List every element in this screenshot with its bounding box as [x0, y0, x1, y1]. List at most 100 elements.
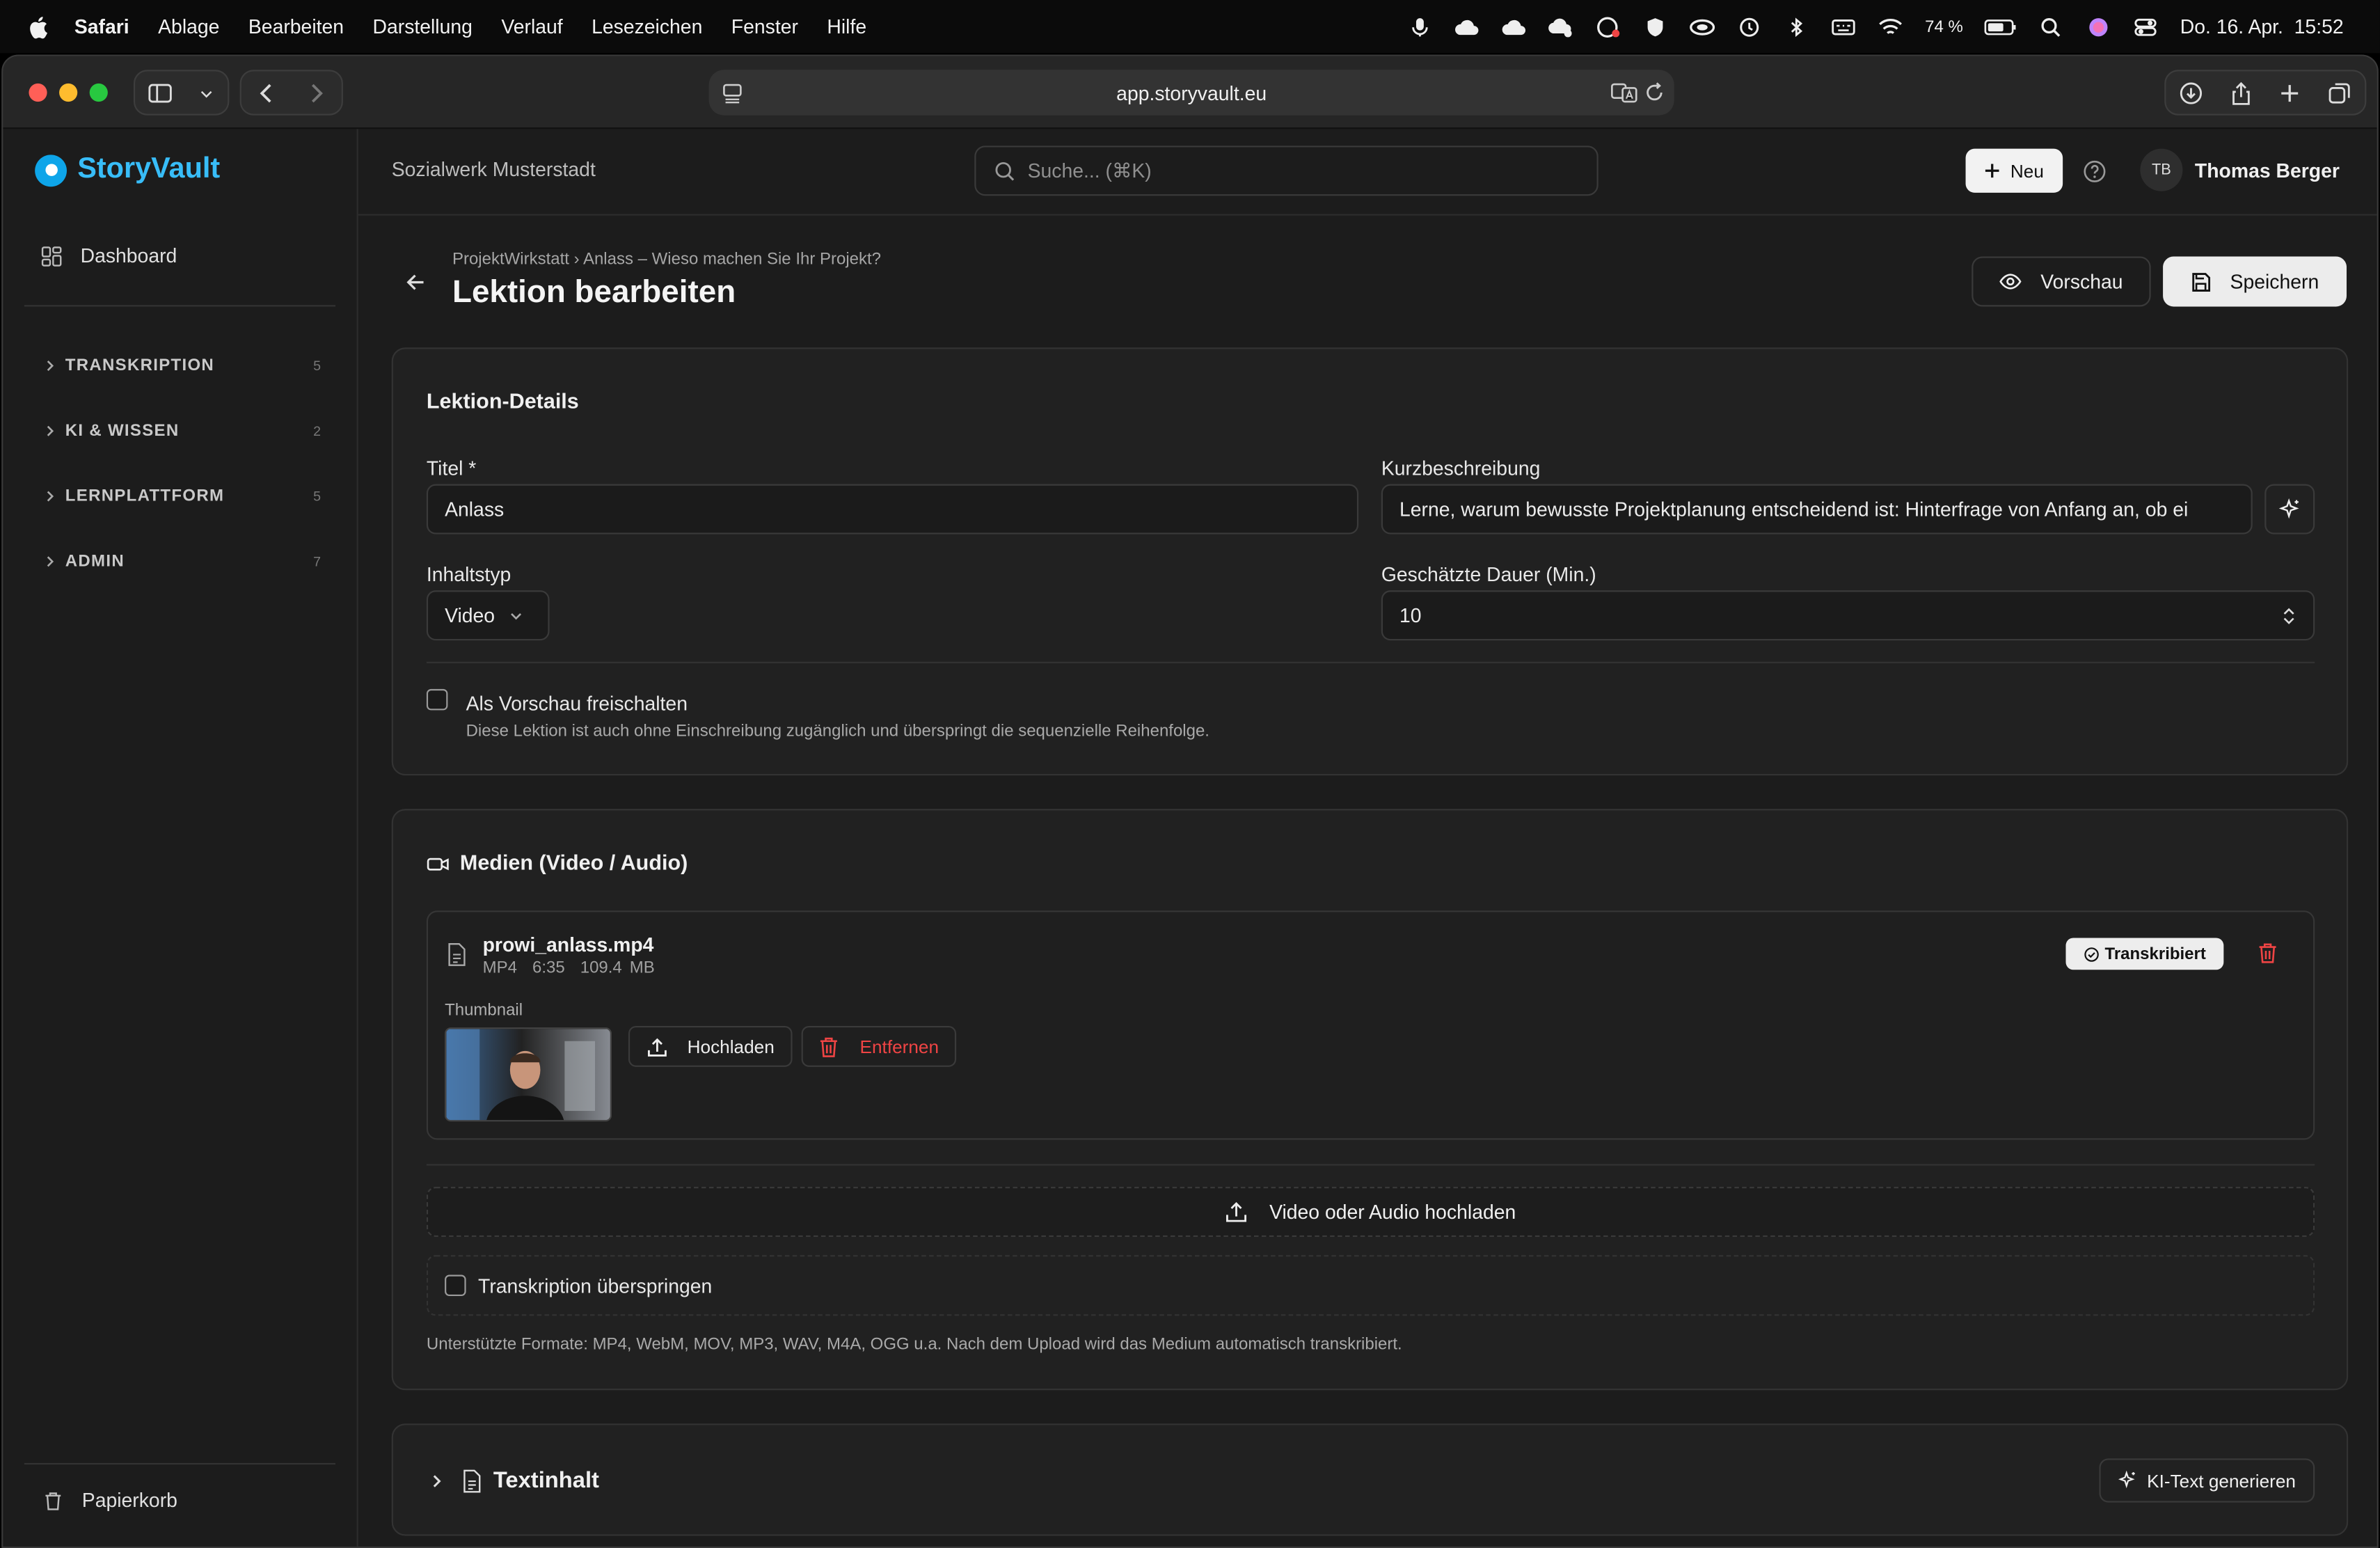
- sidebar-item-label: Papierkorb: [81, 1488, 177, 1512]
- menu-clock[interactable]: Do. 16. Apr. 15:52: [2180, 15, 2344, 38]
- help-icon[interactable]: [2082, 159, 2107, 184]
- short-description-value: Lerne, warum bewusste Projektplanung ent…: [1399, 498, 2189, 521]
- siri-icon[interactable]: [2086, 16, 2112, 38]
- downloads-icon[interactable]: [2178, 79, 2204, 105]
- chevron-right-icon: [47, 556, 54, 567]
- sparkles-icon: [2278, 498, 2299, 519]
- delete-media-icon[interactable]: [2257, 942, 2278, 964]
- shield-icon[interactable]: [1642, 16, 1668, 38]
- text-content-card: Textinhalt KI-Text generieren: [391, 1423, 2349, 1536]
- content-type-value: Video: [445, 603, 495, 627]
- content-type-label: Inhaltstyp: [426, 562, 511, 586]
- save-button-label: Speichern: [2230, 270, 2319, 293]
- keyboard-icon[interactable]: [1831, 16, 1857, 38]
- media-upload-label: Video oder Audio hochladen: [1269, 1200, 1516, 1224]
- thumbnail-upload-button[interactable]: Hochladen: [628, 1025, 793, 1067]
- preview-unlock-label[interactable]: Als Vorschau freischalten: [466, 692, 688, 715]
- new-button[interactable]: Neu: [1965, 148, 2063, 193]
- address-bar[interactable]: app.storyvault.eu: [708, 70, 1674, 116]
- sidebar-icon: [148, 83, 172, 102]
- preview-unlock-checkbox[interactable]: [426, 688, 448, 711]
- cloud-icon[interactable]: [1454, 16, 1480, 38]
- duration-label: Geschätzte Dauer (Min.): [1381, 562, 1596, 586]
- duration-input[interactable]: 10: [1381, 590, 2315, 641]
- preview-button-label: Vorschau: [2040, 270, 2123, 293]
- content-type-select[interactable]: Video: [426, 590, 550, 641]
- menu-lesezeichen[interactable]: Lesezeichen: [592, 15, 702, 38]
- translate-icon[interactable]: [1610, 82, 1637, 104]
- url-text[interactable]: app.storyvault.eu: [1116, 81, 1267, 104]
- control-center-icon[interactable]: [2133, 16, 2159, 38]
- menu-fenster[interactable]: Fenster: [731, 15, 798, 38]
- battery-percent: 74 %: [1925, 17, 1963, 36]
- save-button[interactable]: Speichern: [2163, 256, 2347, 307]
- title-input[interactable]: Anlass: [426, 484, 1359, 535]
- skip-transcription-label[interactable]: Transkription überspringen: [478, 1275, 712, 1298]
- sidebar-item-dashboard[interactable]: Dashboard: [41, 244, 177, 267]
- sidebar-group-ki-wissen[interactable]: KI & WISSEN 2: [44, 422, 322, 440]
- sidebar-item-trash[interactable]: Papierkorb: [42, 1489, 177, 1512]
- skip-transcription-checkbox[interactable]: [445, 1274, 466, 1297]
- avatar[interactable]: TB: [2140, 148, 2183, 191]
- menu-verlauf[interactable]: Verlauf: [501, 15, 562, 38]
- sidebar-group-lernplattform[interactable]: LERNPLATTFORM 5: [44, 487, 322, 505]
- text-content-heading[interactable]: Textinhalt: [493, 1467, 599, 1493]
- forward-icon[interactable]: [303, 79, 329, 105]
- search-icon: [995, 161, 1015, 180]
- page-menu-icon[interactable]: [721, 81, 744, 104]
- media-upload-dropzone[interactable]: Video oder Audio hochladen: [426, 1187, 2315, 1238]
- short-description-input[interactable]: Lerne, warum bewusste Projektplanung ent…: [1381, 484, 2253, 535]
- media-heading: Medien (Video / Audio): [459, 850, 688, 874]
- chevron-right-icon[interactable]: [429, 1474, 445, 1489]
- browser-toolbar: app.storyvault.eu: [3, 56, 2377, 129]
- preview-button[interactable]: Vorschau: [1972, 256, 2151, 307]
- menu-hilfe[interactable]: Hilfe: [827, 15, 866, 38]
- bluetooth-icon[interactable]: [1784, 16, 1809, 38]
- tab-overview-icon[interactable]: [2327, 79, 2353, 105]
- apple-icon[interactable]: [27, 13, 51, 40]
- zoom-window-button[interactable]: [89, 83, 108, 102]
- time-machine-icon[interactable]: [1737, 16, 1763, 38]
- organization-name: Sozialwerk Musterstadt: [391, 157, 596, 181]
- status-app-icon[interactable]: [1596, 16, 1621, 38]
- back-icon[interactable]: [253, 79, 279, 105]
- sidebar-group-admin[interactable]: ADMIN 7: [44, 553, 322, 571]
- cloud-gear-icon[interactable]: [1548, 16, 1574, 38]
- sidebar-group-count: 5: [313, 358, 322, 374]
- back-arrow-icon[interactable]: [404, 270, 428, 294]
- cloud-sync-icon[interactable]: [1502, 16, 1528, 38]
- battery-icon[interactable]: [1984, 16, 2017, 38]
- search-icon[interactable]: [2039, 16, 2065, 38]
- new-button-label: Neu: [2010, 160, 2044, 182]
- stepper-icon[interactable]: [2281, 605, 2296, 626]
- eye-icon: [2000, 274, 2022, 290]
- sidebar-toggle-button[interactable]: [133, 70, 230, 116]
- browser-window: app.storyvault.eu StoryVault Dashboard T…: [1, 54, 2379, 1548]
- new-tab-icon[interactable]: [2277, 79, 2303, 105]
- share-icon[interactable]: [2228, 79, 2253, 105]
- status-badge-label: Transkribiert: [2104, 945, 2206, 963]
- menu-bearbeiten[interactable]: Bearbeiten: [248, 15, 344, 38]
- ai-generate-description-button[interactable]: [2264, 484, 2315, 535]
- reload-icon[interactable]: [1644, 82, 1665, 104]
- search-input[interactable]: Suche... (⌘K): [974, 145, 1598, 196]
- menu-ablage[interactable]: Ablage: [158, 15, 219, 38]
- sidebar-group-transkription[interactable]: TRANSKRIPTION 5: [44, 356, 322, 375]
- vpn-icon[interactable]: [1690, 16, 1715, 38]
- menu-bar: Safari Ablage Bearbeiten Darstellung Ver…: [0, 0, 2380, 54]
- menu-app-safari[interactable]: Safari: [74, 15, 129, 38]
- wifi-icon[interactable]: [1878, 16, 1904, 38]
- menu-darstellung[interactable]: Darstellung: [372, 15, 472, 38]
- save-icon: [2192, 272, 2211, 291]
- minimize-window-button[interactable]: [59, 83, 78, 102]
- title-input-value: Anlass: [445, 498, 505, 521]
- ai-text-generate-button[interactable]: KI-Text generieren: [2099, 1458, 2315, 1503]
- close-window-button[interactable]: [29, 83, 47, 102]
- sidebar-group-count: 5: [313, 489, 322, 504]
- app-logo[interactable]: StoryVault: [35, 153, 220, 187]
- thumbnail-remove-button[interactable]: Entfernen: [801, 1025, 957, 1067]
- breadcrumb[interactable]: ProjektWirkstatt › Anlass – Wieso machen…: [452, 251, 881, 269]
- user-name[interactable]: Thomas Berger: [2195, 159, 2340, 182]
- check-circle-icon: [2084, 947, 2099, 961]
- microphone-icon[interactable]: [1407, 16, 1433, 38]
